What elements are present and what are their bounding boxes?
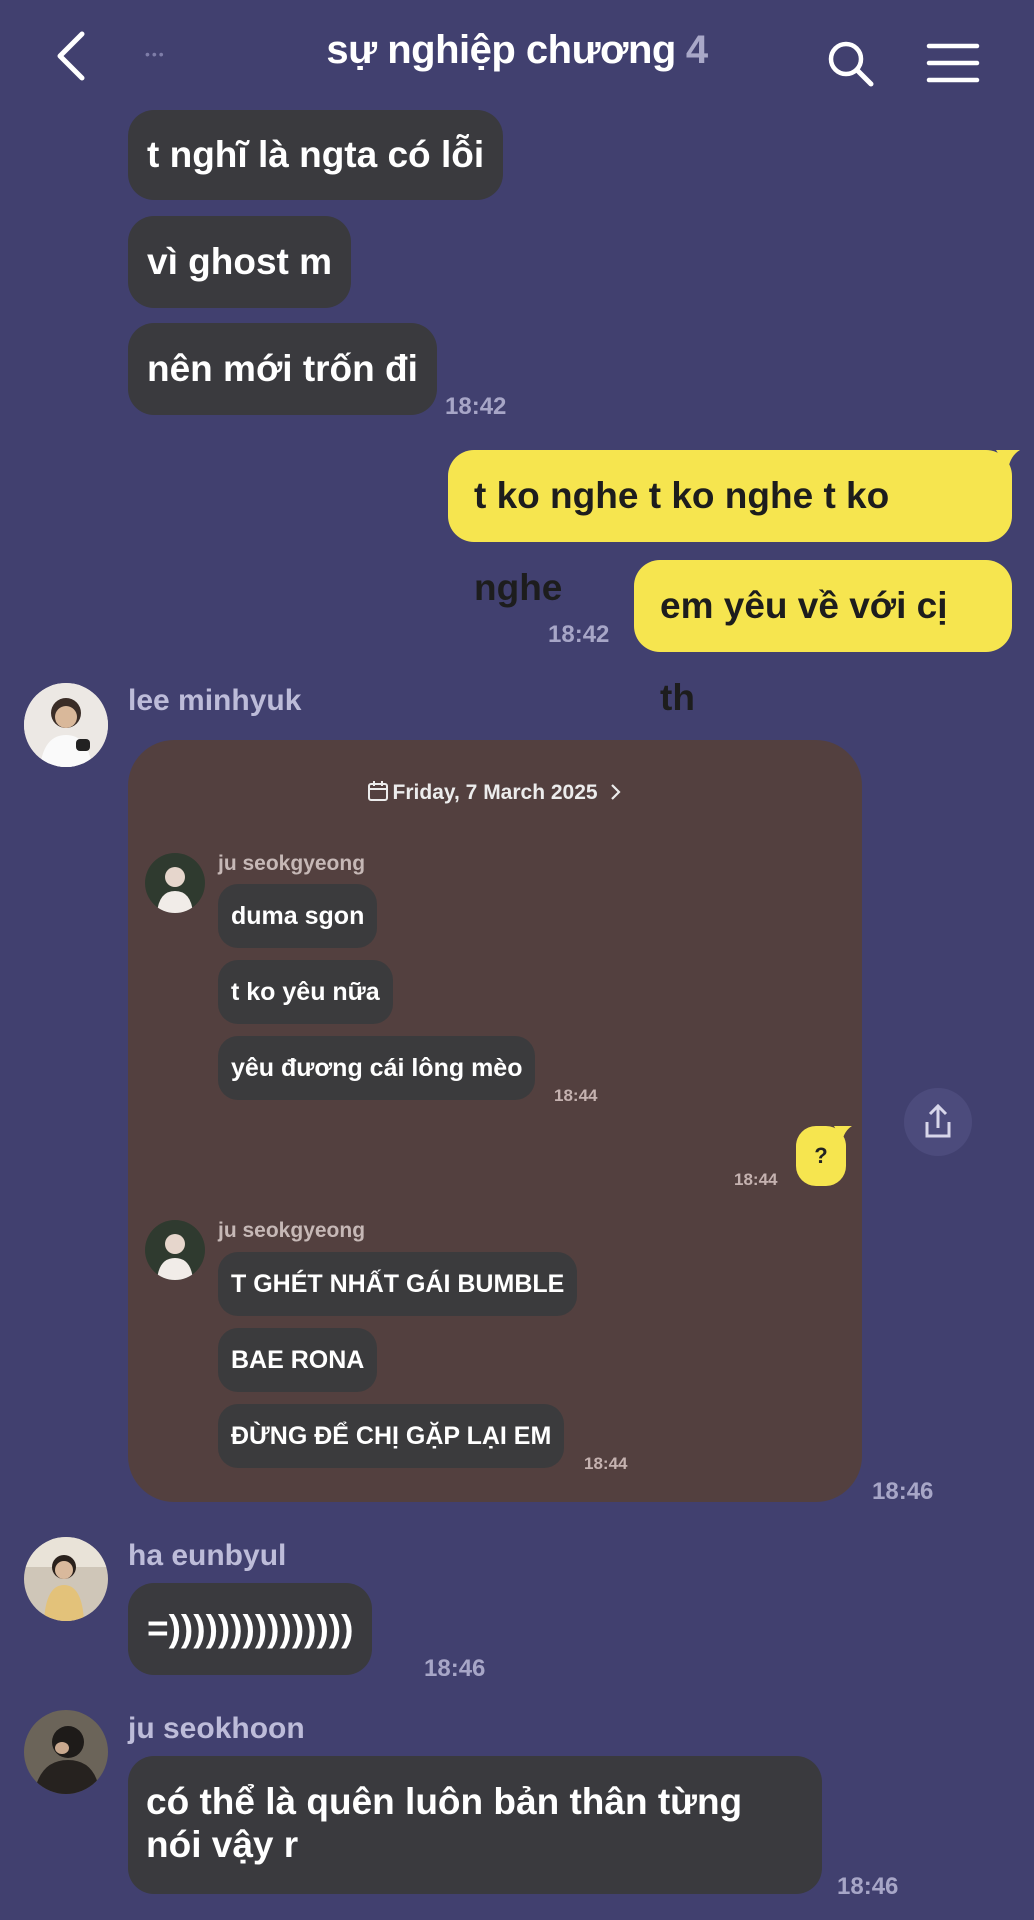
message-timestamp: 18:46 [837,1873,899,1900]
chat-title[interactable]: sự nghiệp chương 4 [0,28,1034,73]
chevron-right-icon [611,784,622,800]
sender-name: ju seokgyeong [218,852,366,875]
date-text: Friday, 7 March 2025 [392,781,598,804]
message-timestamp: 18:42 [445,393,507,420]
message-bubble[interactable]: =))))))))))))))) [128,1583,373,1675]
avatar[interactable] [24,1537,108,1621]
message-bubble: t ko yêu nữa [218,960,393,1024]
message-timestamp: 18:44 [734,1170,778,1189]
message-bubble: duma sgon [218,884,378,948]
sender-name: lee minhyuk [128,684,302,717]
shared-screenshot-card[interactable]: Friday, 7 March 2025 ju seokgyeong duma … [128,740,862,1502]
avatar[interactable] [24,683,108,767]
message-bubble[interactable]: nên mới trốn đi [128,323,437,415]
date-header[interactable]: Friday, 7 March 2025 [128,780,862,805]
message-bubble: T GHÉT NHẤT GÁI BUMBLE [218,1252,578,1316]
message-bubble[interactable]: vì ghost m [128,216,352,308]
calendar-icon [367,781,388,801]
avatar[interactable] [145,1220,205,1280]
share-button[interactable] [904,1088,972,1156]
person-avatar-icon [145,1220,205,1280]
message-bubble: yêu đương cái lông mèo [218,1036,536,1100]
message-bubble: BAE RONA [218,1328,378,1392]
search-button[interactable] [825,38,877,90]
person-avatar-icon [24,683,108,767]
message-timestamp: 18:42 [548,621,610,648]
menu-button[interactable] [925,40,981,88]
person-avatar-icon [145,853,205,913]
message-timestamp: 18:46 [424,1655,486,1682]
message-bubble: ĐỪNG ĐỂ CHỊ GẶP LẠI EM [218,1404,565,1468]
bubble-tail [834,1126,852,1142]
message-bubble[interactable]: t nghĩ là ngta có lỗi [128,110,504,200]
avatar[interactable] [24,1710,108,1794]
chat-title-text: sự nghiệp chương [326,28,676,72]
message-timestamp: 18:46 [872,1478,934,1505]
bubble-tail [996,450,1020,470]
message-bubble[interactable]: có thể là quên luôn bản thân từng nói vậ… [128,1756,822,1894]
person-avatar-icon [24,1710,108,1794]
search-icon [828,41,874,87]
person-avatar-icon [24,1537,108,1621]
outgoing-message-bubble[interactable]: em yêu về với cị th [634,560,1012,718]
avatar[interactable] [145,853,205,913]
sender-name: ha eunbyul [128,1539,287,1572]
member-count: 4 [685,28,708,72]
outgoing-message-bubble[interactable]: t ko nghe t ko nghe t ko nghe [448,450,1012,608]
share-icon [925,1103,951,1138]
hamburger-menu-icon [926,43,980,83]
message-timestamp: 18:44 [554,1086,598,1105]
sender-name: ju seokgyeong [218,1219,366,1242]
message-timestamp: 18:44 [584,1454,628,1473]
sender-name: ju seokhoon [128,1712,305,1745]
